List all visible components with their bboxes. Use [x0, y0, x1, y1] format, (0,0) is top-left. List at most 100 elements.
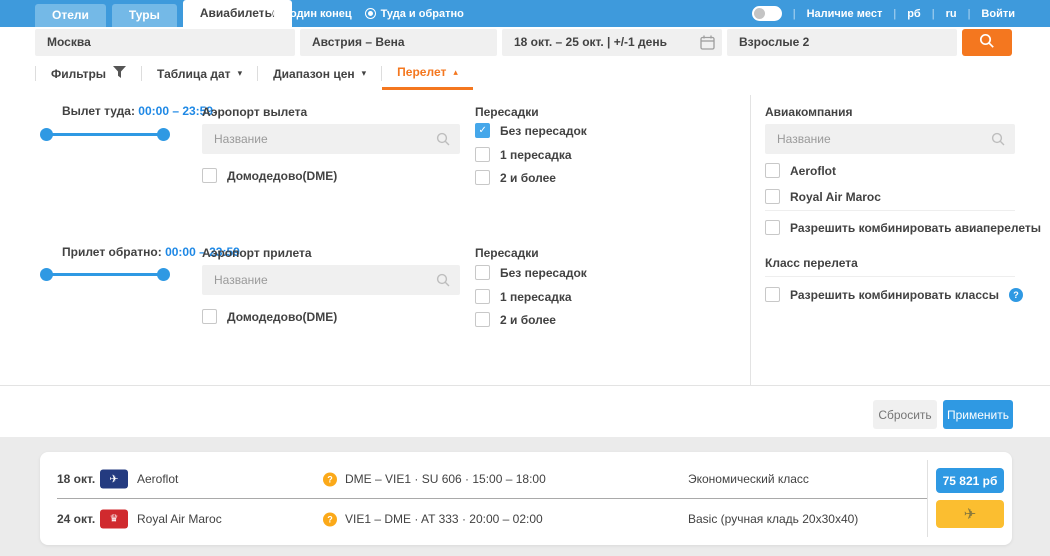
checkbox-combine-classes[interactable]: Разрешить комбинировать классы ? [765, 287, 1023, 302]
fare-class: Экономический класс [688, 472, 809, 486]
checkbox-box[interactable] [202, 309, 217, 324]
tab-hotels[interactable]: Отели [35, 4, 106, 27]
radio-round-trip-label: Туда и обратно [381, 8, 464, 20]
filters-button[interactable]: Фильтры [36, 57, 141, 90]
airline-search-input[interactable] [765, 124, 1015, 154]
slider-handle-max[interactable] [157, 268, 170, 281]
product-tabs: Отели Туры Авиабилеты [35, 0, 292, 27]
apply-button[interactable]: Применить [943, 400, 1013, 429]
checkbox-box[interactable] [475, 312, 490, 327]
radio-icon[interactable] [365, 8, 376, 19]
search-button[interactable] [962, 29, 1012, 56]
checkbox-label: Разрешить комбинировать авиаперелеты [790, 221, 1041, 235]
checkbox-no-transfers-out[interactable]: Без пересадок [475, 123, 587, 138]
aeroflot-logo: ✈ [100, 469, 128, 488]
dates-field[interactable]: 18 окт. – 25 окт. | +/-1 день [502, 29, 722, 56]
passengers-field[interactable]: Взрослые 2 [727, 29, 957, 56]
select-flight-button[interactable]: ✈ [936, 500, 1004, 528]
radio-round-trip[interactable]: Туда и обратно [365, 8, 464, 20]
origin-field[interactable]: Москва [35, 29, 295, 56]
depart-airport-search-input[interactable] [202, 124, 460, 154]
price-button[interactable]: 75 821 рб [936, 468, 1004, 493]
result-row-return[interactable]: 24 окт. ♛ Royal Air Maroc ? VIE1 – DME ·… [40, 499, 1012, 538]
checkbox-aeroflot[interactable]: Aeroflot [765, 163, 836, 178]
divider [765, 210, 1015, 211]
arrive-airport-search-input[interactable] [202, 265, 460, 295]
tab-date-table[interactable]: Таблица дат ▾ [142, 57, 257, 90]
checkbox-one-transfer-back[interactable]: 1 пересадка [475, 289, 572, 304]
slider-track [44, 133, 166, 136]
checkbox-two-plus-transfers-out[interactable]: 2 и более [475, 170, 556, 185]
checkbox-label: 2 и более [500, 171, 556, 185]
label-text: Вылет туда: [62, 104, 135, 118]
chevron-up-icon: ▴ [453, 67, 458, 78]
radio-one-way[interactable]: В один конец [263, 8, 352, 20]
flight-date: 18 окт. [57, 472, 95, 486]
depart-time-slider[interactable] [40, 128, 170, 141]
slider-track [44, 273, 166, 276]
depart-time-label: Вылет туда: 00:00 – 23:59 [62, 104, 213, 118]
seats-availability-link[interactable]: Наличие мест [807, 8, 883, 20]
slider-handle-min[interactable] [40, 128, 53, 141]
tab-tours[interactable]: Туры [112, 4, 177, 27]
filter-bar: Фильтры Таблица дат ▾ Диапазон цен ▾ Пер… [35, 57, 473, 90]
destination-field[interactable]: Австрия – Вена [300, 29, 497, 56]
checkbox-domodedovo-depart[interactable]: Домодедово(DME) [202, 168, 337, 183]
checkbox-box[interactable] [475, 147, 490, 162]
top-header: Отели Туры Авиабилеты В один конец Туда … [0, 0, 1050, 27]
calendar-icon[interactable] [700, 35, 715, 53]
divider: | [968, 8, 971, 20]
checkbox-label: Royal Air Maroc [790, 190, 881, 204]
checkbox-label: Разрешить комбинировать классы [790, 288, 999, 302]
checkbox-domodedovo-arrive[interactable]: Домодедово(DME) [202, 309, 337, 324]
royal-air-maroc-logo: ♛ [100, 509, 128, 528]
checkbox-no-transfers-back[interactable]: Без пересадок [475, 265, 587, 280]
checkbox-box[interactable] [475, 123, 490, 138]
checkbox-box[interactable] [765, 287, 780, 302]
checkbox-box[interactable] [202, 168, 217, 183]
tab-label: Диапазон цен [273, 67, 355, 81]
checkbox-box[interactable] [765, 163, 780, 178]
tab-price-range[interactable]: Диапазон цен ▾ [258, 57, 381, 90]
panel-footer-divider [0, 385, 1050, 386]
checkbox-label: Домодедово(DME) [227, 310, 337, 324]
help-icon[interactable]: ? [323, 472, 337, 486]
divider [765, 276, 1015, 277]
tab-flight[interactable]: Перелет ▴ [382, 57, 473, 90]
checkbox-two-plus-transfers-back[interactable]: 2 и более [475, 312, 556, 327]
help-icon[interactable]: ? [1009, 288, 1023, 302]
airline-name: Aeroflot [137, 472, 178, 486]
toggle-switch[interactable] [752, 6, 782, 21]
currency-link[interactable]: рб [907, 8, 921, 20]
fare-info-icon[interactable]: ? [323, 511, 337, 526]
return-time-slider[interactable] [40, 268, 170, 281]
checkbox-box[interactable] [475, 265, 490, 280]
checkbox-combine-flights[interactable]: Разрешить комбинировать авиаперелеты ? [765, 220, 1050, 235]
result-row-outbound[interactable]: 18 окт. ✈ Aeroflot ? DME – VIE1 · SU 606… [40, 459, 1012, 498]
tab-label: Перелет [397, 65, 446, 79]
toggle-knob [754, 8, 765, 19]
tab-label: Таблица дат [157, 67, 231, 81]
help-icon[interactable]: ? [323, 512, 337, 526]
slider-handle-max[interactable] [157, 128, 170, 141]
checkbox-box[interactable] [475, 170, 490, 185]
checkbox-label: 1 пересадка [500, 290, 572, 304]
language-link[interactable]: ru [946, 8, 957, 20]
reset-button[interactable]: Сбросить [873, 400, 937, 429]
radio-icon[interactable] [263, 8, 274, 19]
slider-handle-min[interactable] [40, 268, 53, 281]
login-link[interactable]: Войти [981, 8, 1015, 20]
divider: | [932, 8, 935, 20]
fare-info-icon[interactable]: ? [323, 471, 337, 486]
price-column-divider [927, 460, 928, 537]
checkbox-box[interactable] [765, 220, 780, 235]
checkbox-label: 2 и более [500, 313, 556, 327]
checkbox-one-transfer-out[interactable]: 1 пересадка [475, 147, 572, 162]
checkbox-box[interactable] [765, 189, 780, 204]
checkbox-box[interactable] [475, 289, 490, 304]
divider: | [893, 8, 896, 20]
checkbox-label: Без пересадок [500, 124, 587, 138]
checkbox-royal-air-maroc[interactable]: Royal Air Maroc [765, 189, 881, 204]
column-divider [750, 95, 751, 385]
airline-title: Авиакомпания [765, 105, 853, 119]
